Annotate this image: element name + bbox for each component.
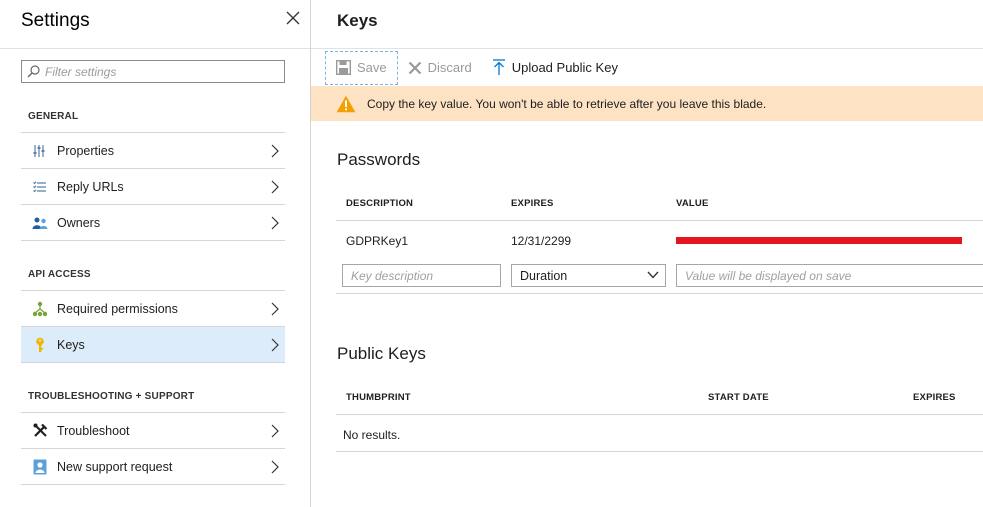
filter-settings-input[interactable]	[45, 64, 275, 79]
settings-title: Settings	[21, 10, 90, 31]
menu-item-new-support-request[interactable]: New support request	[21, 449, 285, 485]
key-icon	[32, 337, 48, 353]
menu-label-properties: Properties	[57, 143, 114, 158]
new-key-row: Duration	[336, 258, 983, 294]
upload-label: Upload Public Key	[511, 60, 618, 75]
menu-item-reply-urls[interactable]: Reply URLs	[21, 169, 285, 205]
passwords-table-header: DESCRIPTION EXPIRES VALUE	[336, 183, 983, 221]
warning-icon	[336, 95, 356, 112]
settings-pane: Settings GENERAL Properties	[0, 0, 311, 507]
section-troubleshooting: TROUBLESHOOTING + SUPPORT	[28, 391, 195, 402]
public-keys-empty-row: No results.	[336, 416, 983, 452]
api-access-menu: Required permissions Keys	[21, 290, 285, 363]
chevron-down-icon	[647, 271, 659, 279]
duration-value: Duration	[520, 268, 568, 283]
column-start-date: START DATE	[708, 392, 769, 403]
menu-item-owners[interactable]: Owners	[21, 205, 285, 241]
discard-button[interactable]: Discard	[398, 50, 482, 85]
close-icon	[408, 61, 421, 74]
menu-label-troubleshoot: Troubleshoot	[57, 423, 130, 438]
header-divider	[311, 48, 983, 49]
toolbar: Save Discard Upload Public Key	[325, 50, 628, 85]
warning-text: Copy the key value. You won't be able to…	[367, 96, 767, 111]
duration-select[interactable]: Duration	[511, 264, 666, 287]
public-keys-table-header: THUMBPRINT START DATE EXPIRES	[336, 377, 983, 415]
column-value: VALUE	[676, 198, 709, 209]
general-menu: Properties Reply URLs Owners	[21, 132, 285, 241]
menu-label-owners: Owners	[57, 215, 101, 230]
menu-label-required-permissions: Required permissions	[57, 301, 178, 316]
key-value-input[interactable]	[676, 264, 983, 287]
troubleshooting-menu: Troubleshoot New support request	[21, 412, 285, 485]
upload-public-key-button[interactable]: Upload Public Key	[482, 50, 628, 85]
menu-label-reply-urls: Reply URLs	[57, 179, 124, 194]
menu-label-keys: Keys	[57, 337, 85, 352]
menu-item-troubleshoot[interactable]: Troubleshoot	[21, 413, 285, 449]
save-icon	[336, 60, 351, 75]
chevron-right-icon	[271, 180, 279, 194]
chevron-right-icon	[271, 216, 279, 230]
table-row[interactable]: GDPRKey1 12/31/2299	[336, 222, 983, 258]
search-icon	[27, 65, 40, 78]
menu-item-keys[interactable]: Keys	[21, 327, 285, 363]
properties-icon	[32, 143, 48, 159]
filter-settings-box[interactable]	[21, 60, 285, 83]
passwords-heading: Passwords	[337, 150, 421, 169]
support-person-icon	[32, 459, 48, 475]
no-results-text: No results.	[343, 428, 401, 442]
close-icon[interactable]	[286, 11, 302, 27]
save-label: Save	[357, 60, 387, 75]
public-keys-heading: Public Keys	[337, 344, 426, 363]
list-icon	[32, 179, 48, 195]
warning-banner: Copy the key value. You won't be able to…	[311, 86, 983, 121]
upload-icon	[492, 59, 505, 75]
chevron-right-icon	[271, 460, 279, 474]
chevron-right-icon	[271, 338, 279, 352]
header-divider	[0, 48, 310, 49]
owners-icon	[32, 215, 48, 231]
menu-item-properties[interactable]: Properties	[21, 133, 285, 169]
chevron-right-icon	[271, 302, 279, 316]
save-button[interactable]: Save	[325, 50, 398, 85]
permissions-icon	[32, 301, 48, 317]
chevron-right-icon	[271, 424, 279, 438]
page-title: Keys	[337, 11, 378, 30]
section-general: GENERAL	[28, 111, 79, 122]
discard-label: Discard	[427, 60, 472, 75]
menu-item-required-permissions[interactable]: Required permissions	[21, 291, 285, 327]
key-description-input[interactable]	[342, 264, 501, 287]
key-description: GDPRKey1	[346, 234, 409, 248]
column-thumbprint: THUMBPRINT	[346, 392, 411, 403]
menu-label-new-support-request: New support request	[57, 459, 173, 474]
tools-icon	[32, 423, 48, 439]
redaction-bar	[676, 237, 962, 244]
column-expires: EXPIRES	[511, 198, 554, 209]
section-api-access: API ACCESS	[28, 269, 91, 280]
chevron-right-icon	[271, 144, 279, 158]
column-expires: EXPIRES	[913, 392, 956, 403]
column-description: DESCRIPTION	[346, 198, 414, 209]
key-expires: 12/31/2299	[511, 234, 572, 248]
keys-pane: Keys Save Discard Upload Public Key Copy…	[311, 0, 983, 507]
